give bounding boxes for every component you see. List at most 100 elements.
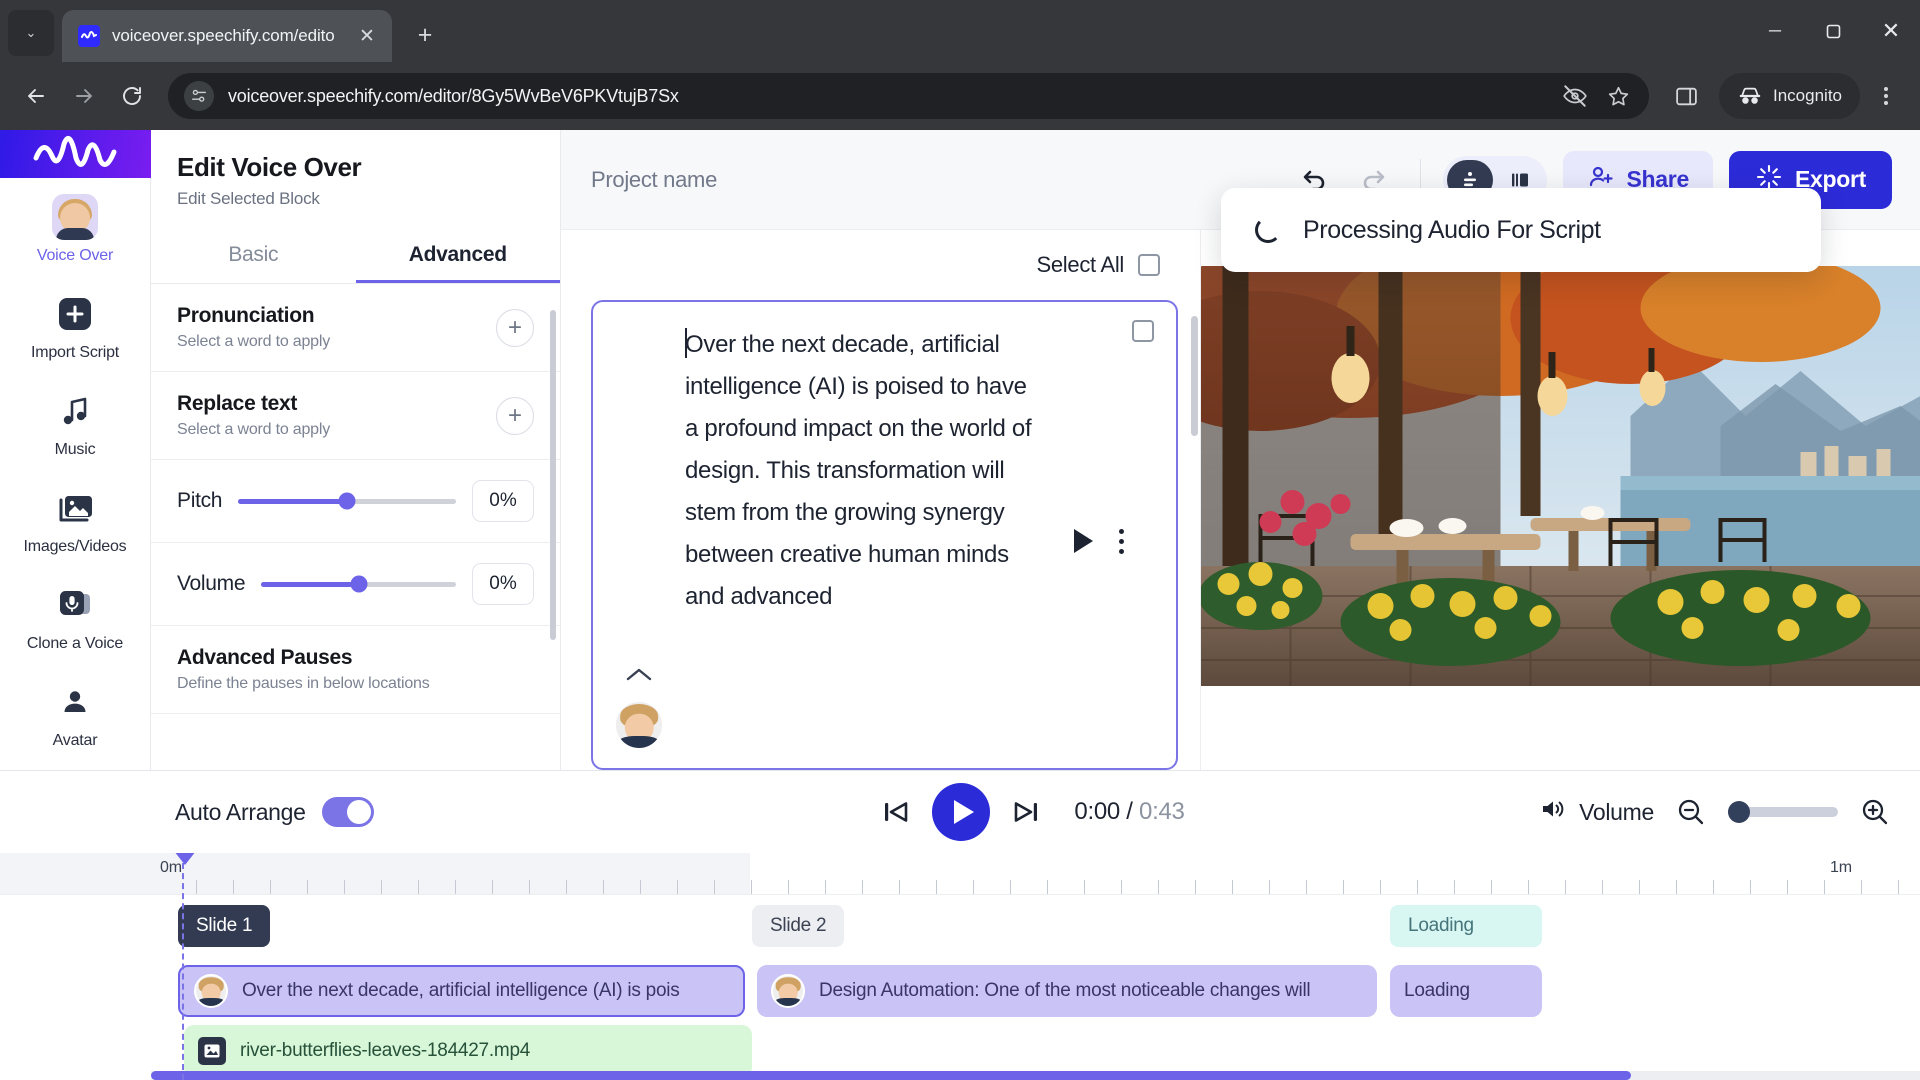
auto-arrange-control[interactable]: Auto Arrange <box>175 797 374 827</box>
script-block[interactable]: Over the next decade, artificial intelli… <box>591 300 1178 770</box>
speechify-logo[interactable] <box>0 130 151 178</box>
block-more-options-icon[interactable] <box>1119 528 1124 554</box>
total-time: 0:43 <box>1139 798 1185 825</box>
sidebar-label-images-videos: Images/Videos <box>23 538 127 555</box>
volume-control[interactable]: Volume <box>1539 795 1654 829</box>
script-scrollbar[interactable] <box>1191 316 1198 436</box>
reload-button[interactable] <box>110 74 154 118</box>
pitch-slider[interactable] <box>238 492 456 510</box>
window-controls: ─ ✕ <box>1746 0 1920 62</box>
script-block-voice-avatar[interactable] <box>614 700 664 750</box>
back-button[interactable] <box>14 74 58 118</box>
replace-text-title: Replace text <box>177 392 298 415</box>
script-block-checkbox[interactable] <box>1132 320 1154 342</box>
select-all-checkbox[interactable] <box>1138 254 1160 276</box>
select-all-label: Select All <box>1036 252 1125 277</box>
sidebar-item-music[interactable]: Music <box>0 372 151 469</box>
sidebar-label-clone-a-voice: Clone a Voice <box>26 635 124 652</box>
page-title: Edit Voice Over <box>177 152 362 182</box>
bookmark-star-icon[interactable] <box>1606 84 1631 109</box>
clip-label: Over the next decade, artificial intelli… <box>242 980 680 1001</box>
ruler-label-1m: 1m <box>1830 859 1852 876</box>
browser-toolbar: voiceover.speechify.com/editor/8Gy5WvBeV… <box>0 62 1920 130</box>
tab-search-chevron-icon[interactable]: ⌄ <box>8 10 54 56</box>
sidebar-item-feedback[interactable] <box>0 760 151 770</box>
panel-scrollbar[interactable] <box>550 310 556 640</box>
timeline-voice-clip-3[interactable]: Loading <box>1390 965 1542 1017</box>
tracking-protection-icon[interactable] <box>1562 83 1588 109</box>
sidebar-item-voice-over[interactable]: Voice Over <box>0 178 151 275</box>
tab-close-icon[interactable]: ✕ <box>354 23 380 49</box>
sidebar-item-import-script[interactable]: Import Script <box>0 275 151 372</box>
forward-button[interactable] <box>62 74 106 118</box>
slide-chip-2[interactable]: Slide 2 <box>752 905 845 947</box>
new-tab-button[interactable]: + <box>406 16 444 54</box>
slide-chip-loading[interactable]: Loading <box>1390 905 1542 947</box>
volume-value[interactable]: 0% <box>472 563 534 605</box>
window-close-button[interactable]: ✕ <box>1862 0 1920 62</box>
auto-arrange-toggle[interactable] <box>321 797 374 827</box>
advanced-pauses-hint: Define the pauses in below locations <box>177 675 430 692</box>
chrome-menu-button[interactable] <box>1866 73 1906 119</box>
toast-message: Processing Audio For Script <box>1303 215 1601 244</box>
volume-label-timeline: Volume <box>1579 798 1654 825</box>
panel-subtitle: Edit Selected Block <box>177 189 320 208</box>
select-all-row[interactable]: Select All <box>561 230 1200 294</box>
panel-tabs: Basic Advanced <box>151 229 560 284</box>
plus-square-icon <box>52 291 98 337</box>
timeline-ruler[interactable]: 0m 1m <box>0 853 1920 895</box>
pitch-value[interactable]: 0% <box>472 480 534 522</box>
play-block-icon[interactable] <box>1074 529 1093 553</box>
address-bar[interactable]: voiceover.speechify.com/editor/8Gy5WvBeV… <box>168 73 1649 119</box>
timeline-media-clip-1[interactable]: river-butterflies-leaves-184427.mp4 <box>184 1025 752 1077</box>
window-maximize-button[interactable] <box>1804 0 1862 62</box>
tab-advanced[interactable]: Advanced <box>356 229 561 283</box>
skip-forward-icon[interactable] <box>1012 797 1042 827</box>
incognito-profile-button[interactable]: Incognito <box>1719 73 1860 119</box>
timeline-horizontal-scrollbar[interactable] <box>151 1071 1920 1080</box>
timeline-tracks: 0m 1m Slide 1 Slide 2 Loading Over the n… <box>0 853 1920 1080</box>
timeline-controls: Auto Arrange 0:00 / 0:43 Volume <box>0 771 1920 853</box>
slide-chip-1[interactable]: Slide 1 <box>178 905 271 947</box>
side-panel-icon[interactable] <box>1663 73 1709 119</box>
script-block-text[interactable]: Over the next decade, artificial intelli… <box>685 324 1044 758</box>
window-minimize-button[interactable]: ─ <box>1746 0 1804 62</box>
script-column: Select All Over the next decade, artific… <box>561 230 1201 770</box>
address-bar-actions <box>1562 83 1635 109</box>
clip-label: river-butterflies-leaves-184427.mp4 <box>240 1040 531 1061</box>
advanced-pauses-row[interactable]: Advanced Pauses Define the pauses in bel… <box>151 626 560 714</box>
timeline-voice-clip-1[interactable]: Over the next decade, artificial intelli… <box>178 965 745 1017</box>
timeline-voice-clip-2[interactable]: Design Automation: One of the most notic… <box>757 965 1377 1017</box>
person-icon <box>52 679 98 725</box>
skip-back-icon[interactable] <box>880 797 910 827</box>
replace-text-row: Replace text Select a word to apply + <box>151 372 560 460</box>
sidebar-label-music: Music <box>54 441 96 458</box>
tab-basic[interactable]: Basic <box>151 229 356 283</box>
sidebar-label-import-script: Import Script <box>30 344 120 361</box>
media-thumbnail-icon <box>198 1037 226 1065</box>
edit-voice-over-panel: Edit Voice Over Edit Selected Block Basi… <box>151 130 561 770</box>
sidebar-item-clone-a-voice[interactable]: Clone a Voice <box>0 566 151 663</box>
slide-preview-image <box>1201 266 1920 686</box>
browser-tab[interactable]: voiceover.speechify.com/edito ✕ <box>62 10 392 62</box>
zoom-slider[interactable] <box>1728 801 1838 823</box>
clip-voice-avatar <box>194 974 228 1008</box>
zoom-out-icon[interactable] <box>1676 797 1706 827</box>
project-name[interactable]: Project name <box>591 167 717 193</box>
sidebar-label-avatar: Avatar <box>52 732 98 749</box>
chevron-up-icon[interactable] <box>625 664 653 690</box>
playhead[interactable] <box>174 853 196 1080</box>
volume-slider[interactable] <box>261 575 456 593</box>
site-settings-icon[interactable] <box>184 81 214 111</box>
sidebar-item-avatar[interactable]: Avatar <box>0 663 151 760</box>
play-button[interactable] <box>932 783 991 841</box>
add-replace-text-button[interactable]: + <box>496 396 534 435</box>
browser-window: ⌄ voiceover.speechify.com/edito ✕ + ─ ✕ <box>0 0 1920 1080</box>
left-rail: Voice Over Import Script Music Images/Vi… <box>0 130 151 770</box>
microphone-icon <box>52 582 98 628</box>
script-block-left-controls <box>593 324 685 758</box>
zoom-in-icon[interactable] <box>1860 797 1890 827</box>
add-pronunciation-button[interactable]: + <box>496 308 534 347</box>
sidebar-item-images-videos[interactable]: Images/Videos <box>0 469 151 566</box>
volume-label: Volume <box>177 572 246 595</box>
